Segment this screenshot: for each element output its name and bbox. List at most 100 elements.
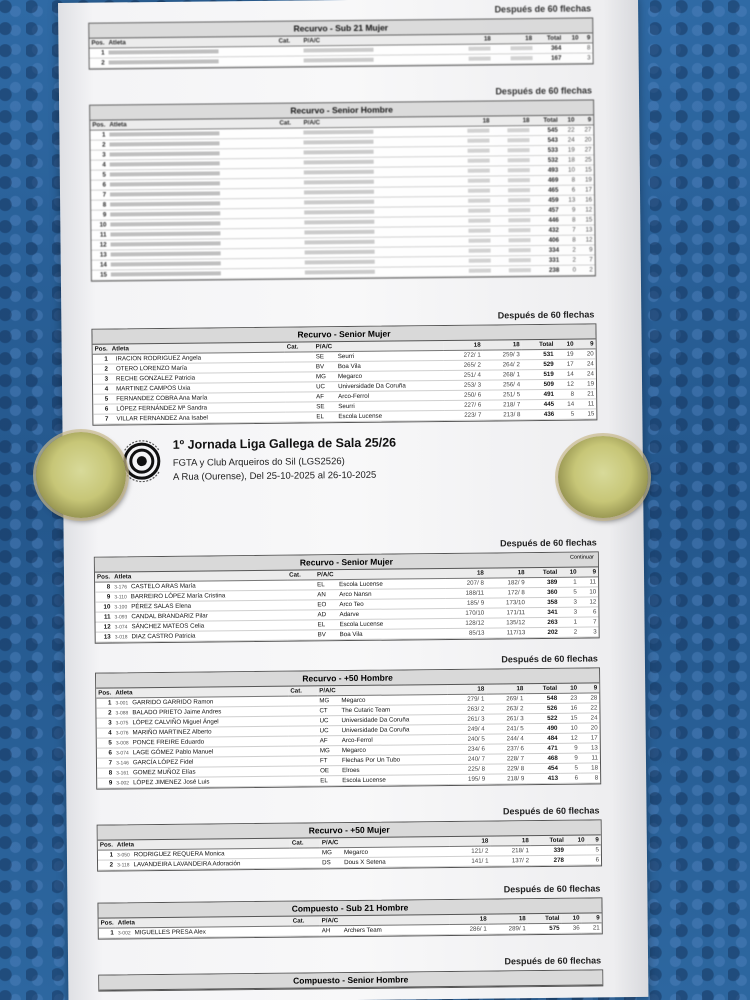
club-blurred xyxy=(301,54,452,66)
score-blurred xyxy=(493,265,534,276)
cell xyxy=(284,351,314,363)
cell xyxy=(278,227,303,239)
cell: 234/ 6 xyxy=(447,744,487,755)
cell: 173/10 xyxy=(486,597,527,609)
cell: 2 xyxy=(96,707,114,719)
col-total: Total xyxy=(530,835,566,846)
cell: 202 xyxy=(527,627,560,638)
athlete-name-blurred xyxy=(106,56,277,69)
athlete-cell: 3-002 MIGUELLES PRESA Alex xyxy=(115,926,291,938)
cell: 13 xyxy=(577,224,595,236)
cell: 20 xyxy=(579,722,600,734)
cell: 3 xyxy=(90,150,108,161)
cell: 289/ 1 xyxy=(488,923,528,935)
cell: 15 xyxy=(576,164,594,176)
cell: 14 xyxy=(555,369,576,380)
cell xyxy=(287,629,316,641)
cell: 2 xyxy=(92,364,110,375)
score-blurred xyxy=(452,225,493,237)
col-pos: Pos. xyxy=(89,38,107,49)
cell: 272/ 1 xyxy=(443,350,483,361)
athlete-name: IRACION RODRIGUEZ Angela xyxy=(115,354,202,363)
col-cat: Cat. xyxy=(284,342,314,353)
cell: 15 xyxy=(576,408,597,420)
section-recurvo-senior-hombre: Después de 60 flechas Recurvo - Senior H… xyxy=(89,85,596,282)
cell xyxy=(290,857,321,869)
license-number: 3-008 xyxy=(115,740,129,747)
score-blurred xyxy=(452,245,493,257)
results-box: Recurvo - +50 Mujer Pos. Atleta Cat. P/A… xyxy=(96,819,603,872)
athlete-name: GARCÍA LÓPEZ Fidel xyxy=(132,758,194,767)
cell xyxy=(277,177,303,189)
cell: 5 xyxy=(559,763,580,774)
cell: 493 xyxy=(531,165,561,176)
club-code: MG xyxy=(319,747,330,755)
score-blurred xyxy=(451,156,492,167)
cell: 445 xyxy=(522,399,557,410)
cell: 14 xyxy=(556,399,577,410)
cell: 490 xyxy=(525,723,560,734)
score-blurred xyxy=(453,265,494,277)
cell xyxy=(285,411,315,423)
cell: 6 xyxy=(559,773,581,784)
club-name: Arco Nansn xyxy=(339,590,372,599)
cell: 5 xyxy=(90,170,108,181)
col-total: Total xyxy=(534,33,564,44)
cell: 509 xyxy=(522,379,556,390)
cell: 12 xyxy=(577,204,595,216)
results-box: Recurvo - Sub 21 Mujer Pos. Atleta Cat. … xyxy=(88,17,594,70)
cell: 1 xyxy=(97,849,116,861)
results-box: Compuesto - Senior Hombre xyxy=(98,969,604,992)
license-number: 3-100 xyxy=(114,604,128,611)
cell xyxy=(288,705,318,717)
cell: 268/ 1 xyxy=(482,369,523,381)
col-pos: Pos. xyxy=(98,918,116,929)
cell: 11 xyxy=(576,398,597,410)
club-cell: DS Dous X Setena xyxy=(320,856,451,868)
cell: 170/10 xyxy=(445,608,487,619)
athlete-name: RECHE GONZALEZ Patricia xyxy=(115,374,196,383)
cell: 85/13 xyxy=(445,628,487,639)
club-code: AH xyxy=(321,927,331,935)
club-name: The Cutaric Team xyxy=(341,706,391,715)
cell: 465 xyxy=(532,185,561,196)
cell xyxy=(287,619,316,631)
results-table: Pos. Atleta Cat. P/A/C 18 18 Total 10 9 … xyxy=(92,339,597,425)
score-blurred xyxy=(492,245,533,256)
license-number: 3-074 xyxy=(115,750,129,757)
score-blurred xyxy=(491,165,533,177)
cell: 278 xyxy=(530,855,567,866)
athlete-name: MIGUELLES PRESA Alex xyxy=(134,928,206,937)
license-number: 3-018 xyxy=(114,634,128,641)
club-code: BV xyxy=(317,631,326,639)
cell xyxy=(288,735,318,747)
col-18b: 18 xyxy=(491,116,532,127)
cell xyxy=(288,695,318,707)
license-number: 3-002 xyxy=(117,930,131,937)
club-name: Megarco xyxy=(343,848,369,857)
col-pos: Pos. xyxy=(96,688,114,699)
cell: 1 xyxy=(92,354,110,365)
cell: 8 xyxy=(91,200,109,211)
cell xyxy=(289,775,319,787)
cell: 6 xyxy=(96,747,115,759)
cell: 218/ 7 xyxy=(483,399,523,411)
cell: 24 xyxy=(579,712,600,724)
score-blurred xyxy=(492,185,533,196)
competition-title: 1º Jornada Liga Gallega de Sala 25/26 xyxy=(172,435,397,452)
athlete-name-blurred xyxy=(108,268,279,281)
cell: 8 xyxy=(560,175,578,186)
cell: 263 xyxy=(527,617,560,628)
score-blurred xyxy=(452,255,494,267)
club-code: OE xyxy=(320,767,330,775)
cell: 2 xyxy=(561,245,578,256)
col-cat: Cat. xyxy=(276,36,302,47)
cell: 358 xyxy=(526,597,560,608)
license-number: 3-118 xyxy=(117,862,130,869)
cell: 446 xyxy=(532,215,561,226)
col-18b: 18 xyxy=(486,684,526,695)
score-blurred xyxy=(492,235,533,246)
col-pos: Pos. xyxy=(90,120,108,131)
cell: 12 xyxy=(559,733,580,744)
score-blurred xyxy=(491,135,532,147)
